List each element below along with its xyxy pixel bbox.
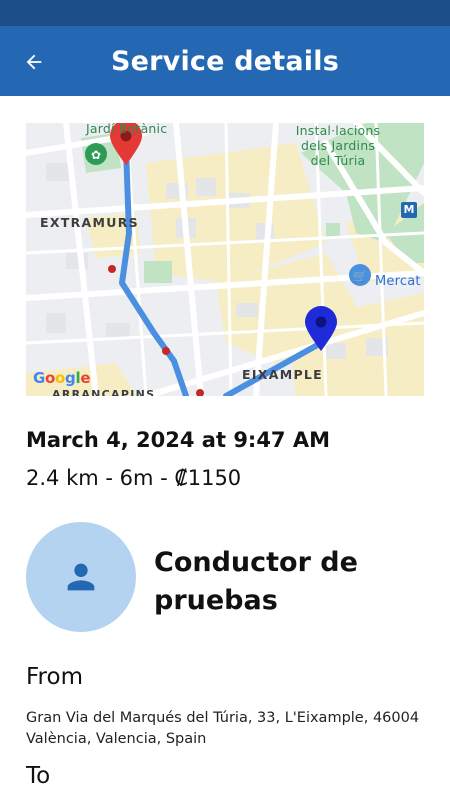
map-label-mercat: Mercat [375,274,421,289]
avatar [26,522,136,632]
trip-summary: 2.4 km - 6m - ₡1150 [26,466,242,490]
map-label-extramurs: EXTRAMURS [40,215,139,230]
to-label: To [26,763,51,789]
route-map[interactable]: ✿ 🛒 Jardí Botànic Instal·lacions dels Ja… [26,123,424,396]
trip-date: March 4, 2024 at 9:47 AM [26,428,331,452]
driver-name: Conductor de pruebas [154,547,358,616]
google-logo: Google [33,369,91,387]
from-address: Gran Via del Marqués del Túria, 33, L'Ei… [26,710,420,747]
app-bar: Service details [0,26,450,96]
metro-badge-label: M [403,203,415,216]
svg-text:🛒: 🛒 [353,269,368,283]
map-label-jardi-botanic: Jardí Botànic [86,123,168,136]
status-bar [0,0,450,26]
from-label: From [26,664,83,690]
svg-text:✿: ✿ [91,148,101,162]
map-label-arrancapins: ARRANCAPINS [52,388,156,396]
person-icon [67,563,95,591]
page-title: Service details [111,46,339,77]
map-label-eixample: EIXAMPLE [242,367,324,382]
map-label-installations: Instal·lacions dels Jardins del Túria [295,123,381,168]
